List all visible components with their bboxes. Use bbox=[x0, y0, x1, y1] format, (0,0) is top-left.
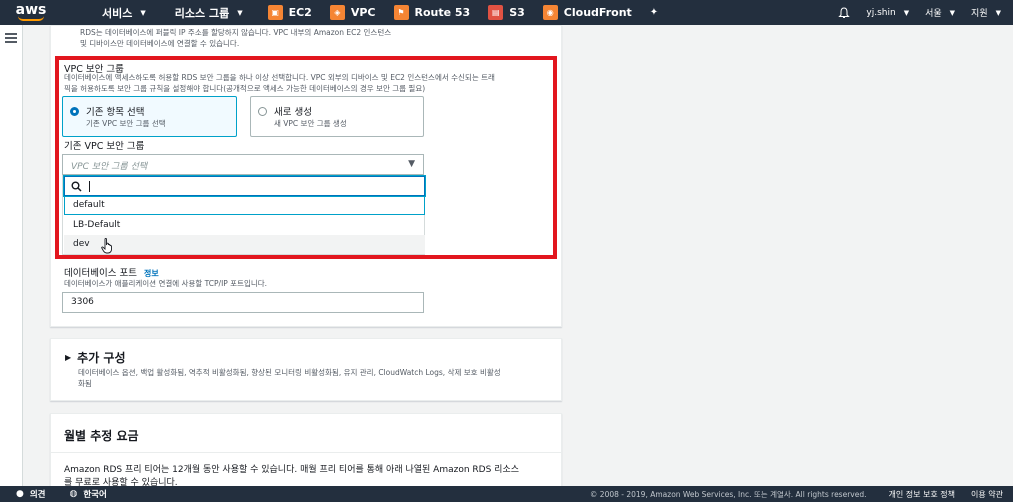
cloudfront-icon: ◉ bbox=[542, 5, 558, 20]
pin-vpc[interactable]: ◈ VPC bbox=[321, 0, 385, 25]
language-button[interactable]: ◍ 한국어 bbox=[54, 488, 115, 500]
chevron-down-icon: ▼ bbox=[949, 8, 956, 17]
copyright-text: © 2008 - 2019, Amazon Web Services, Inc.… bbox=[589, 489, 867, 499]
left-rail bbox=[0, 25, 23, 486]
resource-groups-menu[interactable]: 리소스 그룹 ▼ bbox=[155, 0, 252, 25]
account-name: yj.shin bbox=[866, 7, 896, 18]
globe-icon: ◍ bbox=[69, 489, 78, 499]
services-label: 서비스 bbox=[102, 6, 133, 20]
info-link[interactable]: 정보 bbox=[144, 269, 159, 278]
highlight-box bbox=[55, 56, 557, 259]
s3-icon: ▤ bbox=[488, 5, 504, 20]
services-menu[interactable]: 서비스 ▼ bbox=[62, 0, 155, 25]
public-ip-note: RDS는 데이터베이스에 퍼블릭 IP 주소를 할당하지 않습니다. VPC 내… bbox=[80, 28, 392, 48]
notifications-button[interactable] bbox=[830, 0, 858, 25]
region-menu[interactable]: 서울 ▼ bbox=[917, 0, 963, 25]
pin-label: CloudFront bbox=[563, 6, 632, 19]
speech-bubble-icon: ● bbox=[16, 489, 24, 499]
pin-route53[interactable]: ⚑ Route 53 bbox=[385, 0, 480, 25]
pin-s3[interactable]: ▤ S3 bbox=[479, 0, 534, 25]
footer: ● 의견 ◍ 한국어 © 2008 - 2019, Amazon Web Ser… bbox=[0, 486, 1013, 502]
monthly-cost-desc: Amazon RDS 프리 티어는 12개월 동안 사용할 수 있습니다. 매월… bbox=[64, 465, 520, 486]
additional-config-title: 추가 구성 bbox=[77, 351, 126, 365]
top-navigation: aws 서비스 ▼ 리소스 그룹 ▼ ▣ EC2 ◈ VPC ⚑ Route 53 ▤ S3… bbox=[0, 0, 1013, 25]
cost-divider bbox=[51, 452, 561, 453]
db-port-label: 데이터베이스 포트 정보 bbox=[64, 265, 159, 279]
pushpin-icon: ✦ bbox=[649, 7, 659, 18]
pin-label: Route 53 bbox=[414, 6, 471, 19]
monthly-cost-title: 월별 추정 요금 bbox=[64, 429, 139, 443]
chevron-down-icon: ▼ bbox=[237, 8, 243, 17]
pin-label: S3 bbox=[509, 6, 525, 19]
pin-edit-button[interactable]: ✦ bbox=[641, 0, 667, 25]
support-menu[interactable]: 지원 ▼ bbox=[963, 0, 1013, 25]
vpc-icon: ◈ bbox=[329, 5, 345, 20]
additional-config-header[interactable]: ▶ 추가 구성 bbox=[65, 349, 126, 366]
account-menu[interactable]: yj.shin ▼ bbox=[858, 0, 917, 25]
pin-label: EC2 bbox=[288, 6, 312, 19]
pin-cloudfront[interactable]: ◉ CloudFront bbox=[534, 0, 641, 25]
terms-link[interactable]: 이용 약관 bbox=[963, 489, 1013, 500]
caret-right-icon: ▶ bbox=[65, 353, 72, 362]
language-label: 한국어 bbox=[83, 490, 107, 500]
region-name: 서울 bbox=[925, 9, 942, 19]
aws-logo[interactable]: aws bbox=[0, 0, 62, 25]
logo-smile-icon bbox=[18, 16, 44, 21]
chevron-down-icon: ▼ bbox=[140, 8, 146, 17]
pin-label: VPC bbox=[350, 6, 376, 19]
resource-groups-label: 리소스 그룹 bbox=[174, 6, 230, 20]
pin-ec2[interactable]: ▣ EC2 bbox=[252, 0, 321, 25]
chevron-down-icon: ▼ bbox=[903, 8, 910, 17]
db-port-input[interactable]: 3306 bbox=[62, 292, 424, 313]
chevron-down-icon: ▼ bbox=[995, 8, 1001, 17]
db-port-desc: 데이터베이스가 애플리케이션 연결에 사용할 TCP/IP 포트입니다. bbox=[64, 279, 268, 288]
support-label: 지원 bbox=[971, 9, 988, 19]
ec2-icon: ▣ bbox=[267, 5, 283, 20]
feedback-button[interactable]: ● 의견 bbox=[0, 488, 54, 500]
additional-config-desc: 데이터베이스 옵션, 백업 활성화됨, 역추적 비활성화됨, 향상된 모니터링 … bbox=[78, 368, 501, 388]
route53-icon: ⚑ bbox=[393, 5, 409, 20]
privacy-link[interactable]: 개인 정보 보호 정책 bbox=[881, 489, 964, 500]
menu-icon[interactable] bbox=[5, 33, 17, 43]
feedback-label: 의견 bbox=[29, 490, 46, 500]
bell-icon bbox=[838, 6, 851, 18]
